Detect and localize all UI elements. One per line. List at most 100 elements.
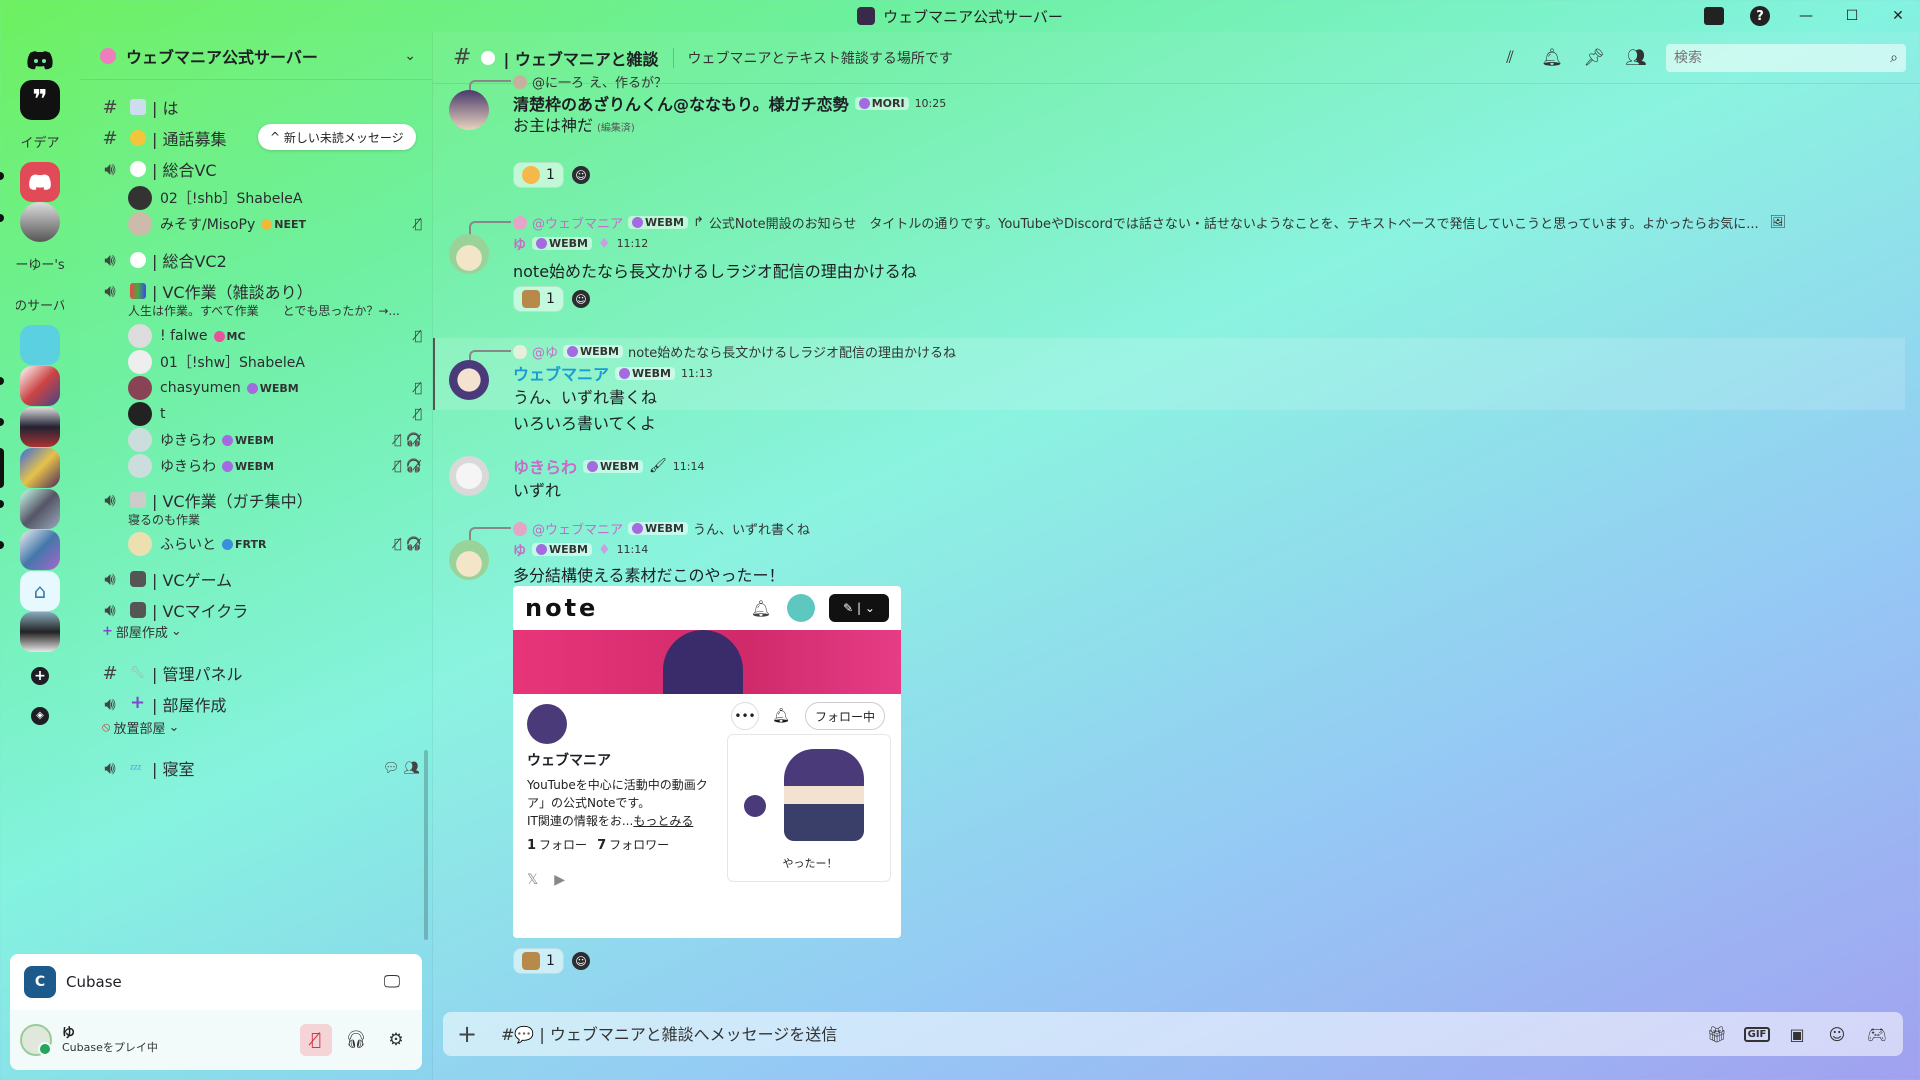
reaction[interactable]: 1: [513, 162, 564, 188]
close-button[interactable]: ✕: [1886, 4, 1910, 28]
reply-preview[interactable]: @ウェブマニア WEBM ↱ 公式Note開設のお知らせ タイトルの通りです。YouT…: [468, 213, 1786, 235]
author-name[interactable]: ゆ: [513, 234, 526, 253]
follow-button: フォロー中: [805, 702, 885, 730]
attach-plus-icon[interactable]: +: [457, 1020, 485, 1048]
reply-preview[interactable]: @ゆ WEBM note始めたなら長文かけるしラジオ配信の理由かけるね: [468, 342, 956, 364]
voice-user[interactable]: t 🎙̸: [128, 400, 428, 428]
server-collage-icon[interactable]: [20, 366, 60, 406]
gift-icon[interactable]: 🎁︎: [1705, 1022, 1729, 1046]
gear-icon[interactable]: ⚙: [380, 1024, 412, 1056]
user-avatar[interactable]: [20, 1024, 52, 1056]
reaction[interactable]: 1: [513, 948, 564, 974]
bell-icon[interactable]: 🔔︎: [1540, 46, 1564, 70]
server-person-icon[interactable]: [20, 407, 60, 447]
image-attachment[interactable]: note 🔔︎ ✎ | ⌄ ••• 🔔︎ フォロー中 ウェブマニア YouTub…: [513, 586, 901, 938]
gif-icon[interactable]: GIF: [1743, 1022, 1771, 1046]
server-blue-icon[interactable]: [20, 325, 60, 365]
voice-user[interactable]: chasyumen WEBM 🎙̸: [128, 374, 428, 402]
avatar[interactable]: [449, 456, 489, 496]
reply-preview[interactable]: @ウェブマニア WEBM うん、いずれ書くね: [468, 519, 810, 541]
channel-notice[interactable]: # | は: [100, 92, 420, 122]
explore-icon[interactable]: ◈: [20, 696, 60, 736]
maximize-button[interactable]: ☐: [1840, 4, 1864, 28]
timestamp[interactable]: 11:13: [681, 367, 713, 380]
avatar[interactable]: [449, 360, 489, 400]
sidebar-scrollbar[interactable]: [424, 750, 428, 940]
avatar[interactable]: [449, 234, 489, 274]
chevron-down-icon[interactable]: ⌄: [404, 48, 416, 64]
avatar[interactable]: [449, 90, 489, 130]
discord-home-icon[interactable]: [20, 40, 60, 80]
search-box[interactable]: ⌕: [1666, 43, 1906, 72]
category-idle-room[interactable]: ⦸ 放置部屋 ⌄: [102, 718, 179, 737]
search-icon[interactable]: ⌕: [1890, 50, 1898, 66]
author-name[interactable]: ウェブマニア: [513, 361, 609, 385]
voice-user[interactable]: 02［!shb］ShabeleA: [128, 184, 428, 212]
timestamp[interactable]: 11:14: [673, 460, 705, 473]
channel-vc-minecraft[interactable]: 🔊︎ | VCマイクラ: [100, 595, 420, 625]
speech-bubble-icon: [481, 50, 496, 65]
author-name[interactable]: ゆ: [513, 540, 526, 559]
threads-icon[interactable]: ⫽: [1498, 46, 1522, 70]
voice-user[interactable]: ゆきらわ WEBM 🎙̸ 🎧̸: [128, 452, 428, 480]
speaker-icon: 🔊︎: [104, 489, 116, 511]
timestamp[interactable]: 11:14: [617, 543, 649, 556]
channel-bedroom[interactable]: 🔊︎ 💤︎ | 寝室 💬︎ 👥︎: [100, 753, 420, 783]
search-input[interactable]: [1674, 49, 1891, 66]
channel-admin-panel[interactable]: # 🔧︎ | 管理パネル: [100, 658, 420, 688]
server-header[interactable]: ウェブマニア公式サーバー ⌄: [80, 32, 432, 80]
server-sunglasses-icon[interactable]: [20, 612, 60, 652]
voice-user[interactable]: みそす/MisoPy NEET 🎙̸: [128, 210, 428, 238]
add-reaction-icon[interactable]: ☺: [571, 166, 590, 184]
channel-vc-game[interactable]: 🔊︎ | VCゲーム: [100, 564, 420, 594]
server-discord-red-icon[interactable]: [20, 162, 60, 202]
timestamp[interactable]: 11:12: [617, 237, 649, 250]
screen-share-icon[interactable]: 🖵︎: [376, 966, 408, 998]
server-avatar-icon[interactable]: [20, 202, 60, 242]
channel-general-vc2[interactable]: 🔊︎ | 総合VC2: [100, 245, 420, 275]
emoji-icon[interactable]: ☺: [1825, 1022, 1849, 1046]
message-composer[interactable]: + 🎁︎ GIF ▣ ☺ 🎮︎: [443, 1012, 1903, 1056]
channel-general-vc[interactable]: 🔊︎ | 総合VC: [100, 154, 420, 184]
window-title-text: ウェブマニア公式サーバー: [883, 7, 1063, 26]
channel-room-create[interactable]: 🔊︎ + | 部屋作成: [100, 689, 420, 719]
inbox-icon[interactable]: [1702, 4, 1726, 28]
server-anime-icon[interactable]: [20, 489, 60, 529]
server-quote-icon[interactable]: ❞: [20, 80, 60, 120]
timestamp[interactable]: 10:25: [915, 97, 947, 110]
message-text: うん、いずれ書くね: [513, 388, 658, 407]
server-webmania-icon[interactable]: [20, 448, 60, 488]
server-building-icon[interactable]: ⌂: [20, 571, 60, 611]
reaction[interactable]: 1: [513, 286, 564, 312]
mic-muted-icon[interactable]: 🎙̸: [300, 1024, 332, 1056]
chat-icon[interactable]: 💬︎ 👥︎: [383, 761, 420, 776]
server-idea[interactable]: イデア: [16, 121, 64, 161]
speaker-icon: 🔊︎: [104, 568, 116, 590]
activity-panel[interactable]: C Cubase 🖵︎: [10, 954, 422, 1010]
channel-call-recruit[interactable]: # | 通話募集: [100, 123, 420, 153]
add-reaction-icon[interactable]: ☺: [571, 290, 590, 308]
add-reaction-icon[interactable]: ☺: [571, 952, 590, 970]
members-icon[interactable]: 👥︎: [1624, 46, 1648, 70]
server-yu[interactable]: ーゆー's: [16, 243, 64, 283]
author-name[interactable]: ゆきらわ: [513, 454, 577, 478]
pin-icon[interactable]: 📌︎: [1582, 46, 1606, 70]
avatar[interactable]: [449, 540, 489, 580]
sticker-icon[interactable]: ▣: [1785, 1022, 1809, 1046]
headphones-icon[interactable]: 🎧︎: [340, 1024, 372, 1056]
server-anime2-icon[interactable]: [20, 530, 60, 570]
voice-user[interactable]: ゆきらわ WEBM 🎙̸ 🎧̸: [128, 426, 428, 454]
voice-user[interactable]: ふらいと FRTR 🎙̸ 🎧̸: [128, 530, 428, 558]
add-server-icon[interactable]: +: [20, 656, 60, 696]
channel-topic[interactable]: ウェブマニアとテキスト雑談する場所です: [688, 48, 1480, 68]
reply-preview[interactable]: @に一ろ え、作るが？: [468, 72, 667, 94]
voice-user[interactable]: ! falwe MC 🎙̸: [128, 322, 428, 350]
apps-icon[interactable]: 🎮︎: [1865, 1022, 1889, 1046]
help-icon[interactable]: ?: [1748, 4, 1772, 28]
server-no-server[interactable]: のサーバ: [16, 284, 64, 324]
message-input[interactable]: [501, 1024, 1689, 1044]
category-room-create[interactable]: + 部屋作成 ⌄: [102, 622, 182, 641]
voice-user[interactable]: 01［!shw］ShabeleA: [128, 348, 428, 376]
hash-icon: #: [453, 45, 472, 70]
minimize-button[interactable]: —: [1794, 4, 1818, 28]
